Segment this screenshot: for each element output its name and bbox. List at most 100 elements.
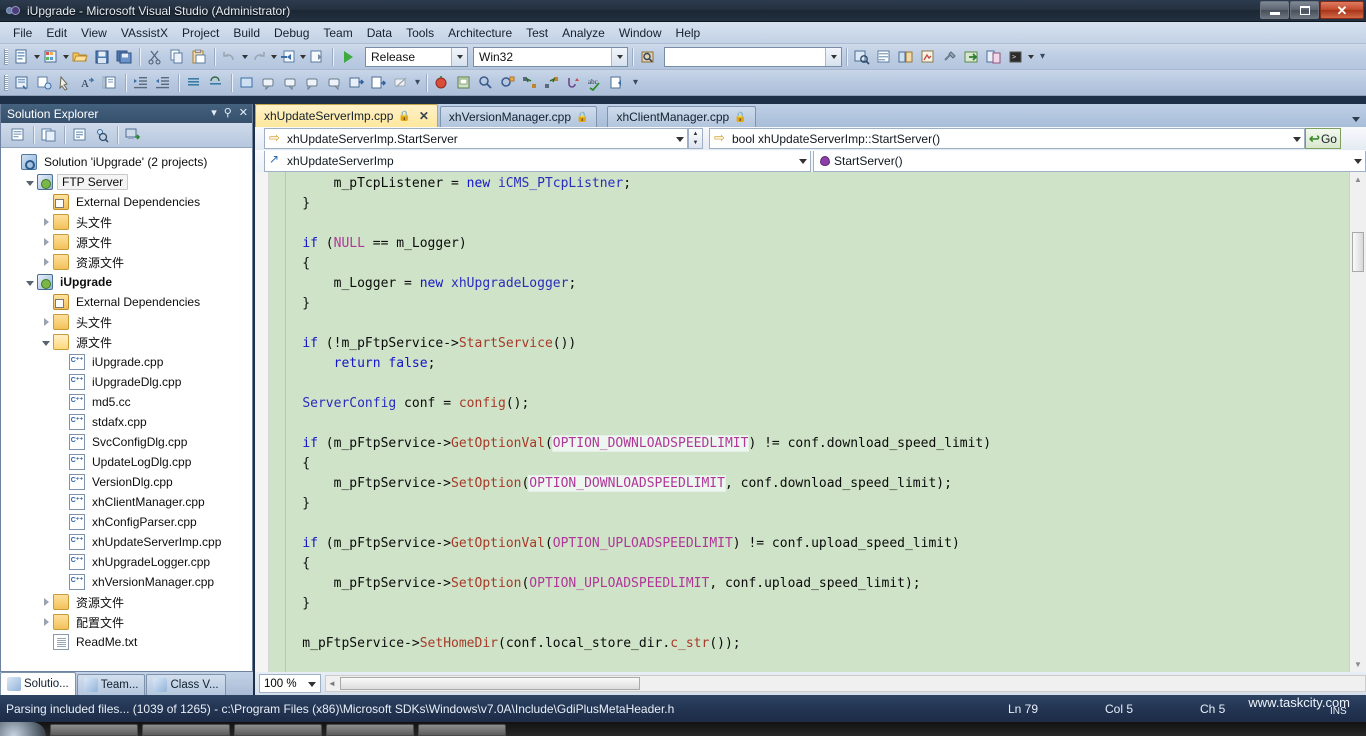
expand-chevron-icon[interactable] (39, 315, 53, 329)
tree-item[interactable]: 资源文件 (1, 252, 252, 272)
solution-explorer-button-icon[interactable] (851, 46, 873, 68)
expand-chevron-icon[interactable] (39, 595, 53, 609)
toolbar-grip[interactable] (4, 48, 8, 65)
command-window-dropdown-caret[interactable] (1028, 54, 1034, 59)
class-scope-caret-icon[interactable] (799, 158, 807, 164)
menu-tools[interactable]: Tools (399, 24, 441, 42)
open-file-icon[interactable] (69, 46, 91, 68)
menu-help[interactable]: Help (669, 24, 708, 42)
solution-tree[interactable]: Solution 'iUpgrade' (2 projects) FTP Serv… (1, 148, 252, 671)
tree-item[interactable]: xhUpdateServerImp.cpp (1, 532, 252, 552)
member-scope-combo[interactable]: StartServer() (813, 150, 1366, 172)
uncomment-block-icon[interactable] (205, 72, 227, 94)
surround-with-icon[interactable] (55, 72, 77, 94)
tree-item[interactable]: ReadMe.txt (1, 632, 252, 652)
menu-build[interactable]: Build (226, 24, 267, 42)
menu-data[interactable]: Data (360, 24, 399, 42)
previous-bookmark-folder-icon[interactable] (302, 72, 324, 94)
tree-item[interactable]: SvcConfigDlg.cpp (1, 432, 252, 452)
tree-item[interactable]: 资源文件 (1, 592, 252, 612)
code-text[interactable]: m_pTcpListener = new iCMS_PTcpListner; }… (271, 172, 1346, 672)
toolbar-overflow-chevron[interactable]: ▾ (1040, 51, 1045, 62)
tree-item[interactable]: 源文件 (1, 332, 252, 352)
view-class-diagram-icon[interactable] (91, 124, 113, 146)
start-button-icon[interactable] (0, 722, 46, 736)
find-in-files-icon[interactable] (637, 46, 659, 68)
decrease-indent-icon[interactable] (152, 72, 174, 94)
toggle-bookmark-icon[interactable] (236, 72, 258, 94)
increase-indent-icon[interactable] (130, 72, 152, 94)
expand-chevron-icon[interactable] (39, 235, 53, 249)
tree-item[interactable]: External Dependencies (1, 292, 252, 312)
menu-debug[interactable]: Debug (267, 24, 316, 42)
redo-icon[interactable] (248, 46, 270, 68)
panel-pin-icon[interactable]: ⚲ (224, 108, 232, 119)
spinner-up-icon[interactable]: ▲ (689, 129, 702, 139)
tab-class-view[interactable]: Class V... (146, 674, 226, 695)
export-icon[interactable] (961, 46, 983, 68)
tree-item[interactable]: xhConfigParser.cpp (1, 512, 252, 532)
scroll-down-arrow-icon[interactable]: ▼ (1350, 657, 1366, 672)
save-icon[interactable] (91, 46, 113, 68)
taskbar-item-5[interactable] (418, 724, 506, 736)
start-debugging-icon[interactable] (337, 46, 359, 68)
tree-item[interactable]: iUpgradeDlg.cpp (1, 372, 252, 392)
tree-item[interactable]: xhVersionManager.cpp (1, 572, 252, 592)
tree-item[interactable]: UpdateLogDlg.cpp (1, 452, 252, 472)
show-all-files-icon[interactable] (38, 124, 60, 146)
taskbar-item-4[interactable] (326, 724, 414, 736)
vassist-open-file-icon[interactable] (453, 72, 475, 94)
tab-team-explorer[interactable]: Team... (76, 674, 146, 695)
new-project-icon[interactable] (11, 46, 33, 68)
view-code-icon[interactable] (69, 124, 91, 146)
properties-window-icon[interactable] (873, 46, 895, 68)
expand-chevron-icon[interactable] (39, 615, 53, 629)
panel-menu-chevron-down-icon[interactable]: ▾ (211, 108, 217, 119)
cut-icon[interactable] (144, 46, 166, 68)
vassist-quick-find-icon[interactable] (497, 72, 519, 94)
solution-configuration-combo[interactable]: Release (365, 46, 468, 67)
code-editor[interactable]: m_pTcpListener = new iCMS_PTcpListner; }… (255, 172, 1366, 672)
scope-spinner[interactable]: ▲ ▼ (688, 128, 703, 149)
find-combo-caret[interactable] (825, 47, 841, 66)
taskbar-item-2[interactable] (142, 724, 230, 736)
zoom-combo[interactable]: 100 % (259, 674, 321, 693)
find-combo[interactable] (664, 46, 842, 67)
insert-snippet-icon[interactable] (33, 72, 55, 94)
document-tab-xhclientmanager[interactable]: xhClientManager.cpp 🔒 (607, 106, 756, 127)
tree-item[interactable]: stdafx.cpp (1, 412, 252, 432)
menu-project[interactable]: Project (175, 24, 226, 42)
tree-item[interactable]: iUpgrade (1, 272, 252, 292)
taskbar-item-3[interactable] (234, 724, 322, 736)
find-input[interactable] (670, 49, 825, 64)
project-scope-combo[interactable]: xhUpdateServerImp.StartServer (264, 128, 688, 149)
close-button[interactable]: ✕ (1320, 1, 1364, 19)
fold-margin[interactable] (255, 172, 269, 672)
member-scope-caret-icon[interactable] (1354, 158, 1362, 164)
tree-item[interactable]: FTP Server (1, 172, 252, 192)
tree-item[interactable]: md5.cc (1, 392, 252, 412)
tab-solution-explorer[interactable]: Solutio... (0, 672, 76, 695)
copy-icon[interactable] (166, 46, 188, 68)
navigate-forward-icon[interactable] (306, 46, 328, 68)
navigate-backward-icon[interactable] (277, 46, 299, 68)
compare-files-icon[interactable] (983, 46, 1005, 68)
clear-bookmarks-icon[interactable] (390, 72, 412, 94)
tree-item[interactable]: Solution 'iUpgrade' (2 projects) (1, 152, 252, 172)
vassist-go-forward-icon[interactable] (541, 72, 563, 94)
collapse-chevron-icon[interactable] (39, 335, 53, 349)
toolbar2-overflow-chevron[interactable]: ▾ (415, 77, 420, 88)
tree-item[interactable]: 配置文件 (1, 612, 252, 632)
restore-button[interactable] (1290, 1, 1319, 19)
tree-item[interactable]: 源文件 (1, 232, 252, 252)
tree-item[interactable]: VersionDlg.cpp (1, 472, 252, 492)
editor-vertical-scrollbar[interactable]: ⇕ ▲ ▼ (1349, 172, 1366, 672)
hscroll-left-arrow-icon[interactable]: ◄ (328, 679, 336, 688)
editor-horizontal-scrollbar[interactable]: ◄ (325, 675, 1366, 692)
add-new-item-icon[interactable] (40, 46, 62, 68)
tree-item[interactable]: External Dependencies (1, 192, 252, 212)
document-tab-xhversionmanager[interactable]: xhVersionManager.cpp 🔒 (439, 106, 598, 127)
tree-item[interactable]: iUpgrade.cpp (1, 352, 252, 372)
project-scope-caret-icon[interactable] (676, 136, 684, 142)
vassist-go-back-icon[interactable] (519, 72, 541, 94)
